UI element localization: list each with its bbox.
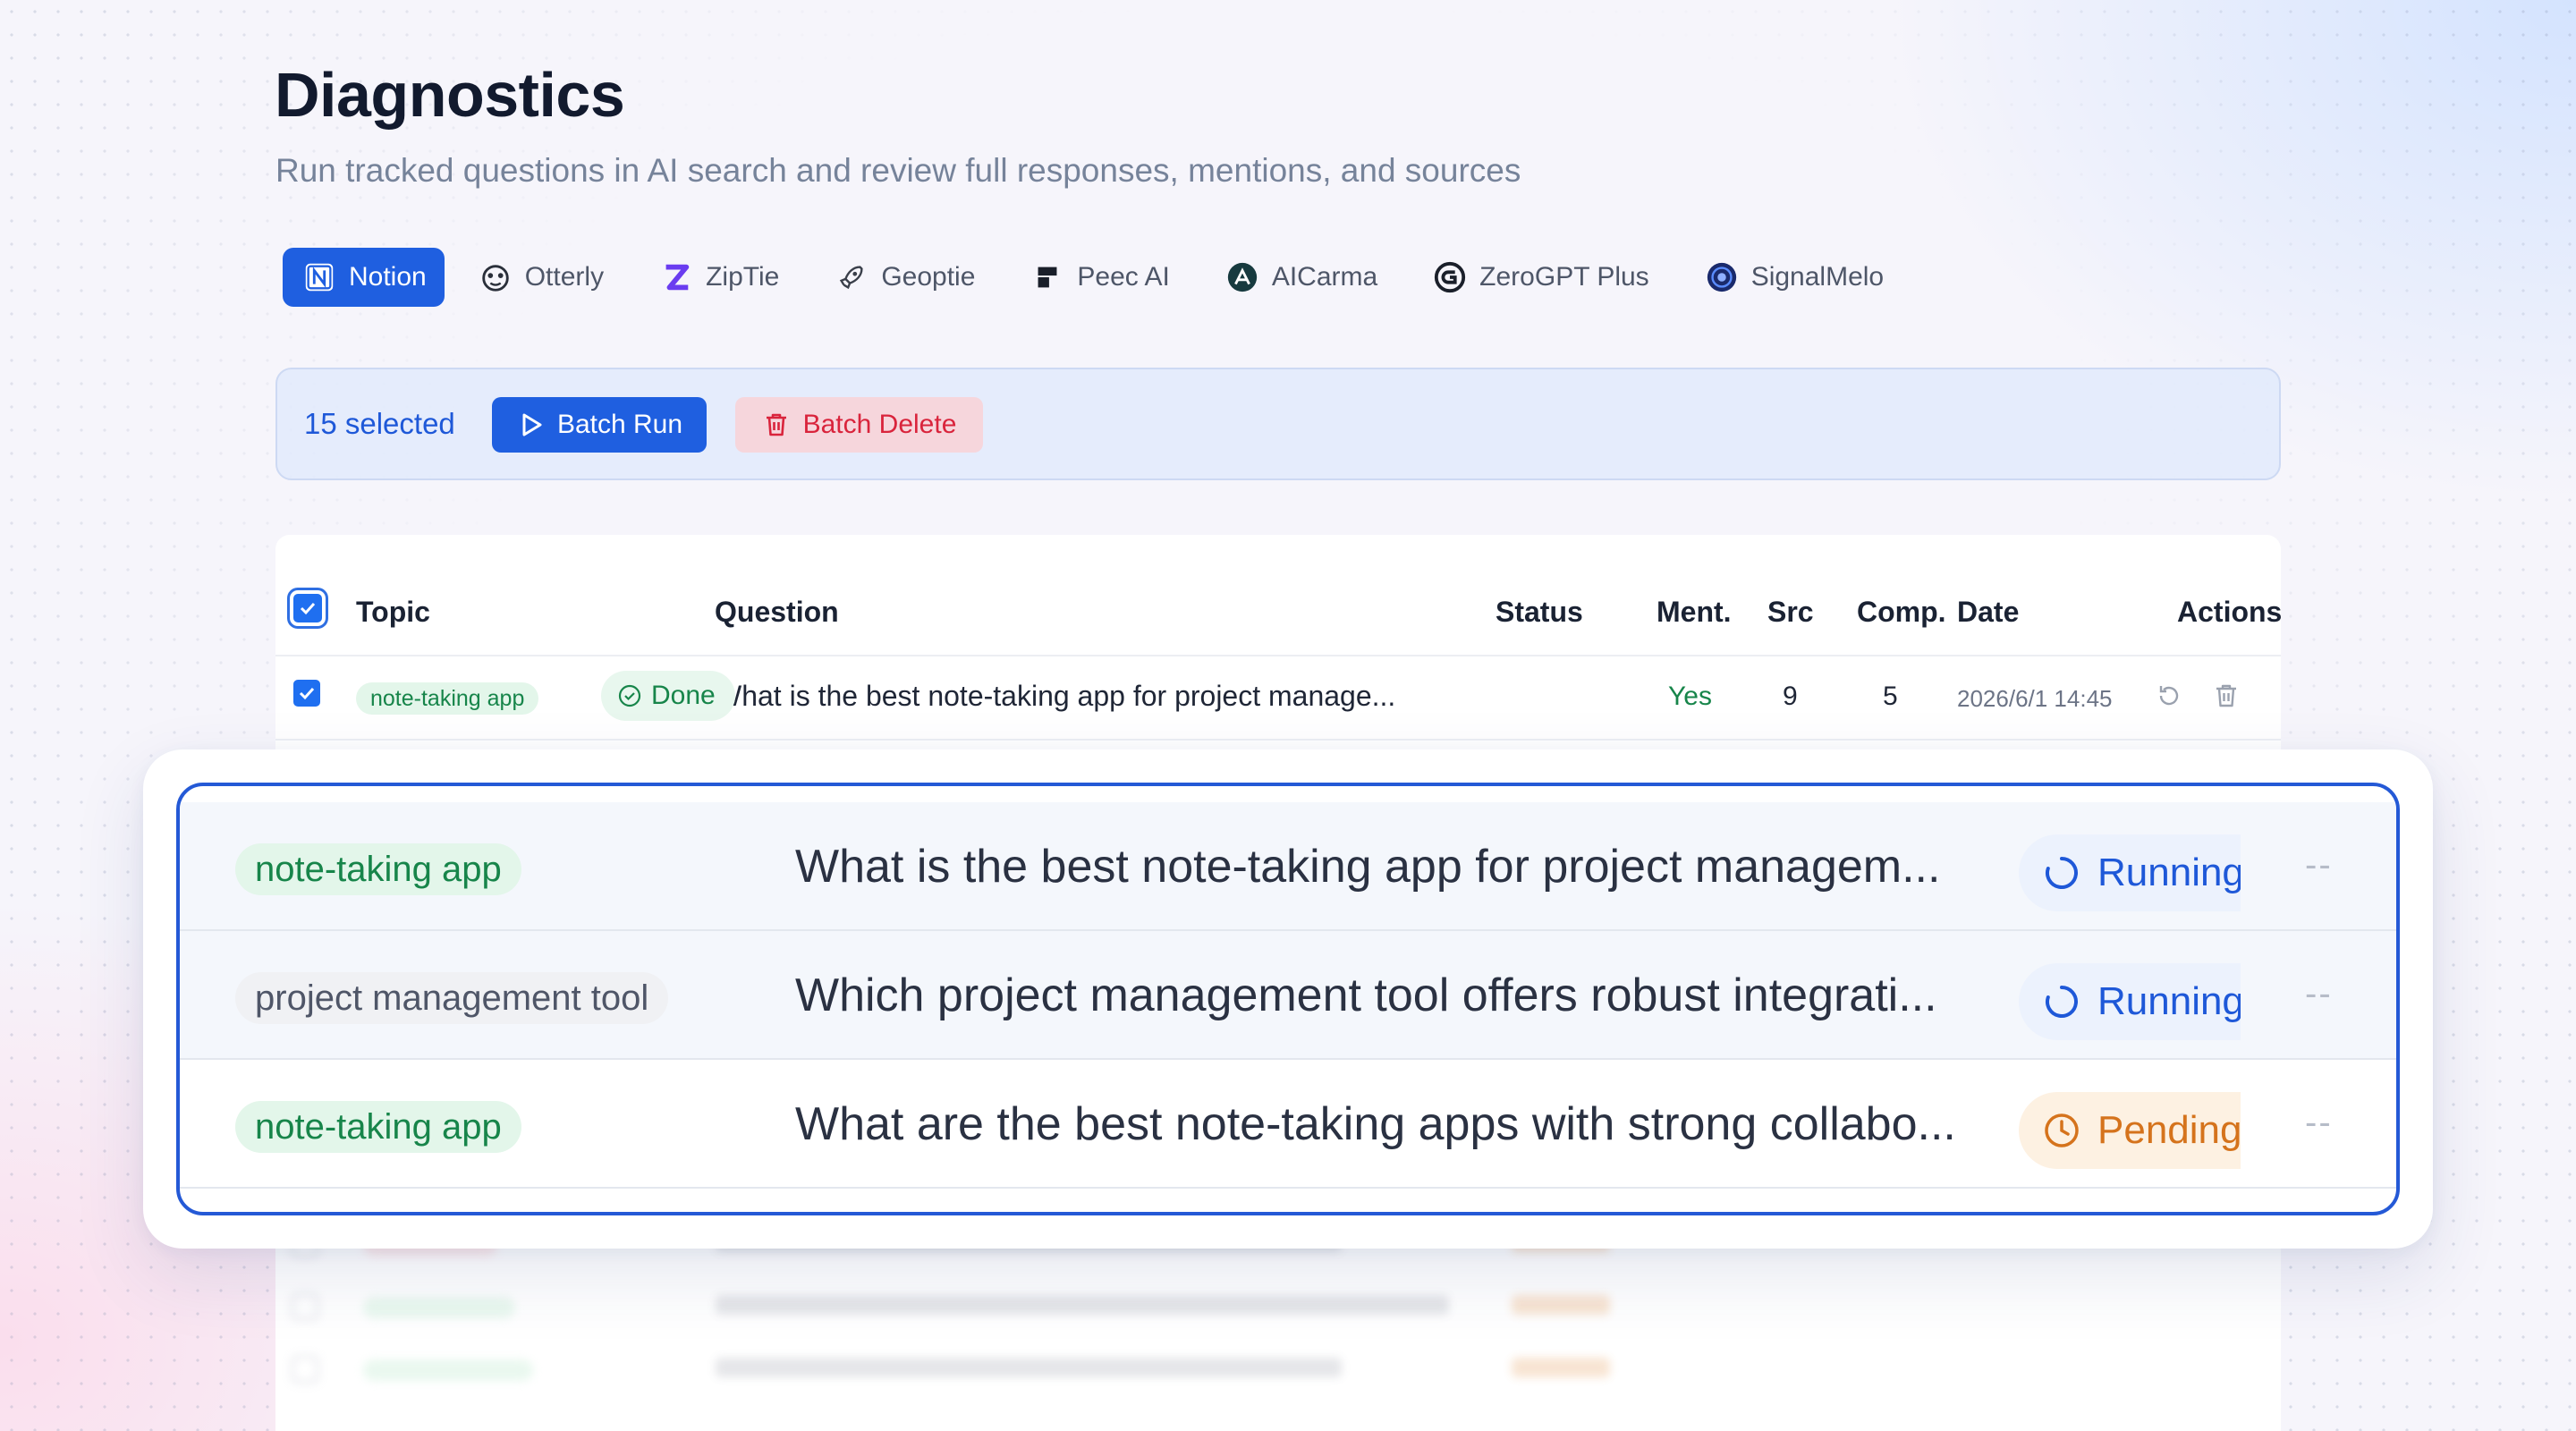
tab-label: Notion (349, 262, 427, 292)
column-header-mentioned: Ment. (1657, 596, 1732, 628)
batch-delete-button[interactable]: Batch Delete (735, 397, 983, 453)
mentioned-value: Yes (1668, 682, 1712, 711)
select-all-checkbox[interactable] (293, 594, 322, 622)
page-subtitle: Run tracked questions in AI search and r… (275, 152, 1521, 189)
tab-zerogpt-plus[interactable]: ZeroGPT Plus (1411, 248, 1671, 307)
status-badge: Running (2019, 963, 2241, 1040)
column-header-date: Date (1957, 596, 2020, 628)
clock-icon (2045, 1113, 2079, 1147)
notion-icon (302, 260, 336, 294)
tab-aicarma[interactable]: AICarma (1204, 248, 1399, 307)
tab-label: AICarma (1271, 262, 1378, 292)
column-header-topic: Topic (356, 596, 430, 628)
empty-value: -- (2305, 974, 2333, 1013)
topic-chip: project management tool (235, 972, 669, 1024)
zoomed-rows-frame: note-taking app What is the best note-ta… (176, 783, 2400, 1215)
header-divider (275, 655, 2281, 656)
src-value: 9 (1783, 682, 1798, 711)
empty-value: -- (2305, 1103, 2333, 1142)
tab-label: ZipTie (706, 262, 780, 292)
topic-chip: note-taking app (235, 843, 521, 895)
topic-chip: note-taking app (235, 1101, 521, 1153)
row-divider (275, 739, 2281, 741)
zoomed-rows-card: note-taking app What is the best note-ta… (143, 749, 2433, 1249)
tab-label: Peec AI (1077, 262, 1170, 292)
column-header-question: Question (715, 596, 839, 628)
brand-tabs: Notion Otterly ZipTie Geoptie Peec AI AI… (283, 248, 1918, 307)
comp-value: 5 (1883, 682, 1898, 711)
play-icon (516, 411, 545, 439)
zerogpt-icon (1433, 260, 1467, 294)
status-badge: Running (2019, 834, 2241, 911)
question-text: What is the best note-taking app for pro… (795, 841, 1941, 893)
status-label: Pending (2097, 1108, 2241, 1152)
otterly-icon (479, 260, 513, 294)
status-label: Running (2097, 979, 2241, 1023)
tab-notion[interactable]: Notion (283, 248, 445, 307)
check-circle-icon (618, 684, 641, 707)
delete-icon[interactable] (2211, 681, 2241, 711)
column-header-actions: Actions (2177, 596, 2283, 628)
tab-label: SignalMelo (1750, 262, 1885, 292)
question-text: Which project management tool offers rob… (795, 970, 1937, 1021)
tab-label: Geoptie (881, 262, 976, 292)
batch-delete-label: Batch Delete (802, 410, 957, 439)
tab-label: ZeroGPT Plus (1479, 262, 1649, 292)
table-row[interactable]: note-taking app What are the best note-t… (180, 1060, 2396, 1189)
selected-count: 15 selected (304, 407, 455, 440)
question-text: What are the best note-taking apps with … (795, 1098, 1956, 1150)
tab-ziptie[interactable]: ZipTie (638, 248, 801, 307)
spinner-icon (2046, 857, 2078, 889)
table-row[interactable]: note-taking app What is the best note-ta… (180, 802, 2396, 931)
empty-value: -- (2305, 845, 2333, 885)
tab-geoptie[interactable]: Geoptie (813, 248, 996, 307)
status-label: Done (651, 681, 716, 710)
tab-peec-ai[interactable]: Peec AI (1009, 248, 1191, 307)
topic-chip: note-taking app (356, 682, 539, 715)
tab-otterly[interactable]: Otterly (457, 248, 625, 307)
spinner-icon (2046, 986, 2078, 1018)
trash-icon (762, 411, 791, 439)
batch-action-bar: 15 selected Batch Run Batch Delete (275, 368, 2281, 480)
peec-icon (1030, 260, 1064, 294)
status-badge: Pending (2019, 1092, 2241, 1169)
signalmelo-icon (1705, 260, 1739, 294)
batch-run-label: Batch Run (556, 410, 683, 439)
table-row[interactable]: project management tool Which project ma… (180, 931, 2396, 1060)
row-checkbox[interactable] (293, 680, 320, 707)
page-title: Diagnostics (275, 60, 625, 130)
date-value: 2026/6/1 14:45 (1957, 685, 2113, 712)
ziptie-icon (659, 260, 693, 294)
column-header-comp: Comp. (1857, 596, 1946, 628)
column-header-src: Src (1767, 596, 1814, 628)
status-badge: Done (601, 671, 735, 721)
tab-signalmelo[interactable]: SignalMelo (1683, 248, 1905, 307)
batch-run-button[interactable]: Batch Run (492, 397, 707, 453)
tab-label: Otterly (524, 262, 605, 292)
rerun-icon[interactable] (2154, 681, 2184, 711)
aicarma-icon (1225, 260, 1259, 294)
rocket-icon (835, 260, 869, 294)
question-text[interactable]: What is the best note-taking app for pro… (715, 680, 1395, 713)
column-header-status: Status (1496, 596, 1583, 628)
status-label: Running (2097, 851, 2241, 894)
